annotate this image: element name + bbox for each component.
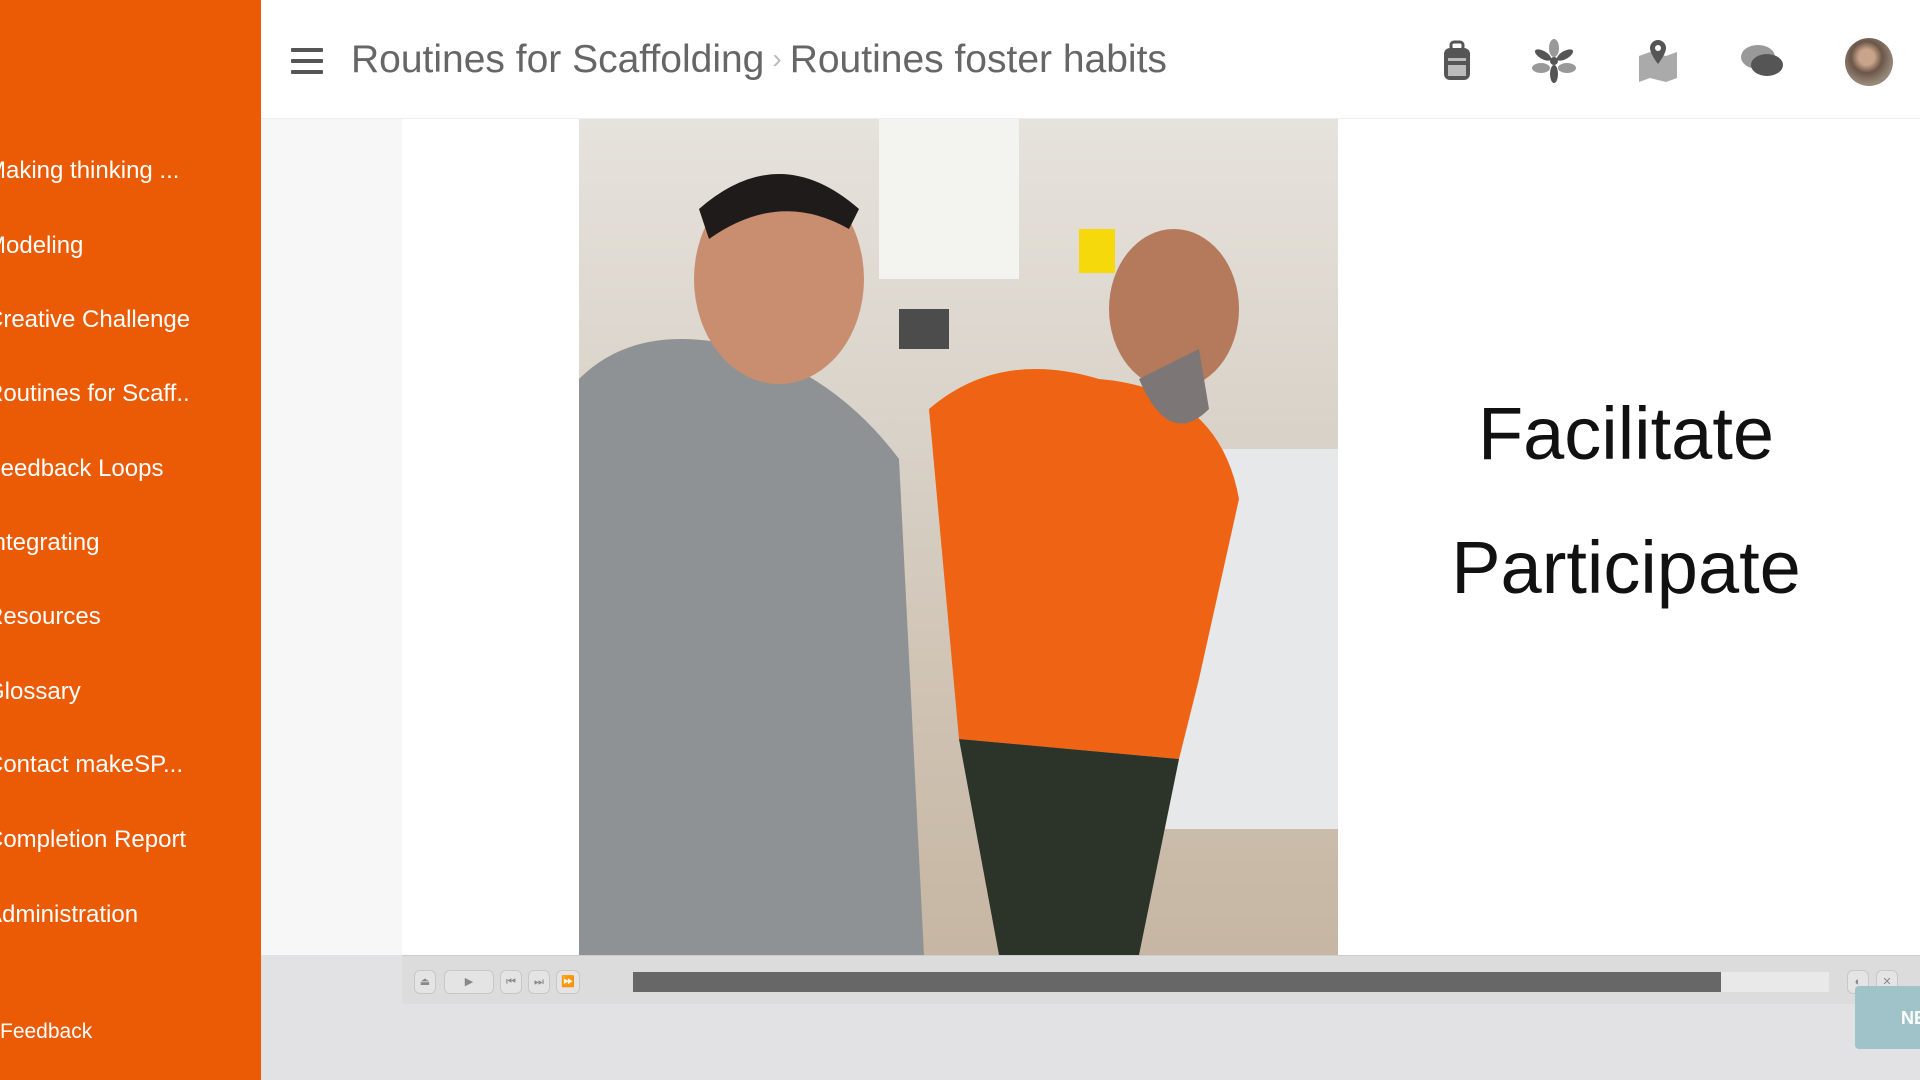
header: Routines for Scaffolding › Routines foster…: [261, 0, 1920, 119]
exit-button[interactable]: ⏏: [414, 970, 436, 994]
next-button[interactable]: NEXT: [1855, 986, 1920, 1049]
map-pin-icon[interactable]: [1635, 38, 1681, 84]
sidebar-item[interactable]: Glossary: [0, 678, 81, 706]
sidebar-item[interactable]: Feedback Loops: [0, 455, 163, 483]
play-button[interactable]: ▶: [444, 970, 494, 994]
breadcrumb-separator: ›: [772, 43, 782, 74]
media-player: ⏏ ▶ ⏮ ⏭ ⏩ ◐ ✕: [402, 955, 1920, 1004]
breadcrumb: Routines for Scaffolding › Routines foster…: [351, 38, 1167, 82]
breadcrumb-current: Routines foster habits: [789, 38, 1167, 81]
fast-forward-button[interactable]: ⏩: [556, 970, 580, 994]
sidebar-item[interactable]: Creative Challenge: [0, 306, 190, 334]
sidebar-item[interactable]: Completion Report: [0, 826, 186, 854]
backpack-icon[interactable]: [1434, 38, 1480, 84]
sidebar-item[interactable]: Making thinking ...: [0, 157, 179, 185]
sidebar-item[interactable]: Integrating: [0, 529, 99, 557]
slide-word: Participate: [1451, 526, 1801, 609]
avatar[interactable]: [1845, 38, 1893, 86]
sidebar-item[interactable]: Modeling: [0, 232, 83, 260]
slide-photo: [579, 119, 1338, 955]
previous-button[interactable]: ⏮: [500, 970, 522, 994]
progress-bar[interactable]: [633, 972, 1829, 992]
chat-icon[interactable]: [1739, 38, 1785, 84]
flower-icon[interactable]: [1531, 38, 1577, 84]
progress-fill: [633, 972, 1722, 992]
sidebar: Making thinking ... Modeling Creative Ch…: [0, 0, 261, 1080]
menu-icon[interactable]: [291, 48, 323, 74]
sidebar-item[interactable]: Resources: [0, 603, 101, 631]
sidebar-item[interactable]: Administration: [0, 901, 138, 929]
feedback-link[interactable]: Feedback: [0, 1020, 92, 1044]
next-slide-button[interactable]: ⏭: [528, 970, 550, 994]
content-margin: [261, 119, 402, 955]
sidebar-item[interactable]: Contact makeSP...: [0, 751, 183, 779]
sidebar-item[interactable]: Routines for Scaff..: [0, 380, 190, 408]
slide-word: Facilitate: [1477, 392, 1775, 475]
breadcrumb-parent[interactable]: Routines for Scaffolding: [351, 38, 764, 81]
